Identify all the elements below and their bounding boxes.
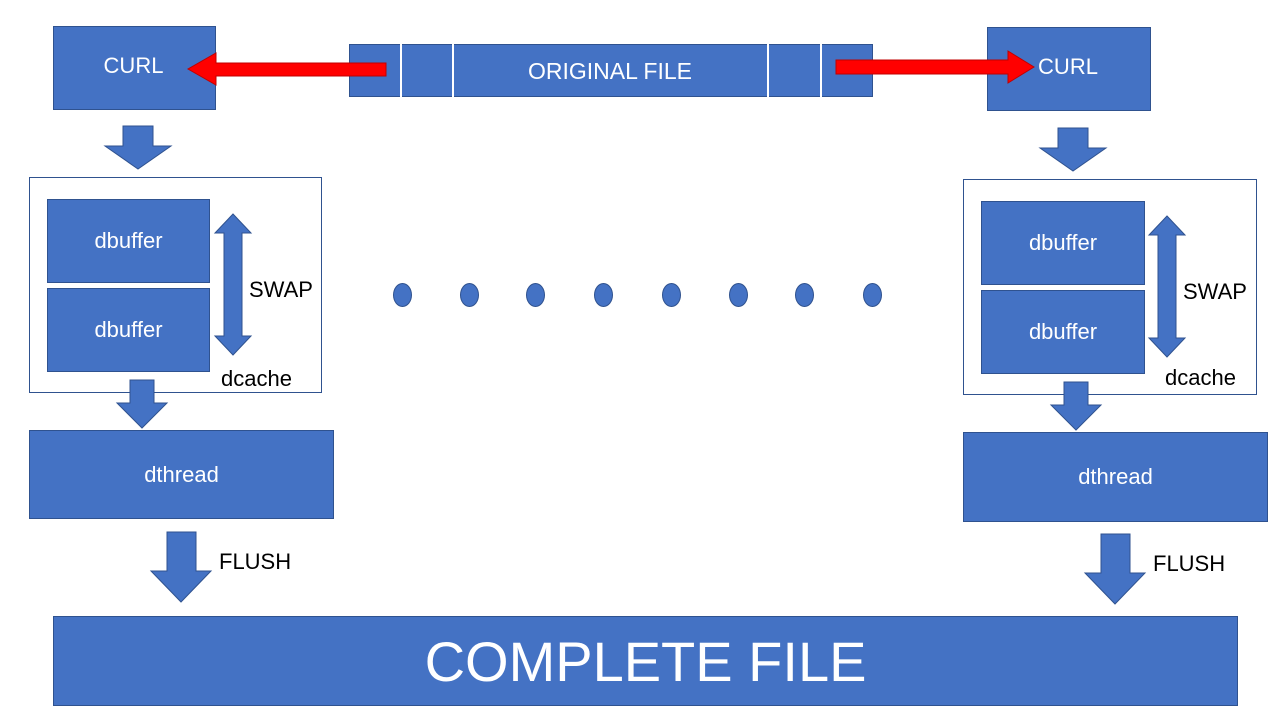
- left-dcache-label: dcache: [221, 366, 292, 391]
- left-dbuffer-bottom: dbuffer: [47, 288, 210, 372]
- left-flush-arrow: [149, 531, 213, 603]
- ellipsis-dot: [729, 283, 748, 307]
- right-dbuffer-top: dbuffer: [981, 201, 1145, 285]
- right-dbuffer-top-label: dbuffer: [1028, 230, 1098, 255]
- left-curl-down-arrow: [103, 125, 173, 170]
- left-fetch-arrow: [186, 52, 387, 86]
- right-fetch-arrow: [835, 50, 1035, 84]
- left-dthread-label: dthread: [144, 461, 219, 487]
- left-flush-label: FLUSH: [219, 549, 292, 574]
- right-curl-label: CURL: [1038, 54, 1098, 79]
- original-file-label: ORIGINAL FILE: [527, 58, 693, 84]
- right-flush-arrow: [1083, 533, 1147, 605]
- left-swap-arrow: [213, 213, 253, 356]
- right-dthread-box: dthread: [963, 432, 1268, 522]
- left-dbuffer-top-label: dbuffer: [94, 228, 163, 253]
- right-dbuffer-bottom-label: dbuffer: [1028, 319, 1098, 344]
- segment-divider: [820, 44, 822, 97]
- left-dthread-box: dthread: [29, 430, 334, 519]
- left-cache-down-arrow: [115, 379, 169, 429]
- ellipsis-dot: [863, 283, 882, 307]
- right-cache-down-arrow: [1049, 381, 1103, 431]
- right-flush-label: FLUSH: [1153, 551, 1226, 576]
- complete-file-label: COMPLETE FILE: [424, 629, 867, 693]
- left-dbuffer-top: dbuffer: [47, 199, 210, 283]
- segment-divider: [767, 44, 769, 97]
- right-dthread-label: dthread: [1078, 464, 1153, 489]
- ellipsis-dot: [393, 283, 412, 307]
- left-curl-label: CURL: [103, 53, 164, 78]
- right-dcache-label: dcache: [1165, 365, 1236, 390]
- segment-divider: [400, 44, 402, 97]
- right-curl-down-arrow: [1038, 127, 1108, 172]
- right-dbuffer-bottom: dbuffer: [981, 290, 1145, 374]
- complete-file-box: COMPLETE FILE: [53, 616, 1238, 706]
- ellipsis-dot: [662, 283, 681, 307]
- right-swap-label: SWAP: [1183, 279, 1247, 304]
- ellipsis-dot: [526, 283, 545, 307]
- left-swap-label: SWAP: [249, 277, 313, 302]
- ellipsis-dot: [795, 283, 814, 307]
- ellipsis-dot: [594, 283, 613, 307]
- right-swap-arrow: [1147, 215, 1187, 358]
- ellipsis-dot: [460, 283, 479, 307]
- left-dbuffer-bottom-label: dbuffer: [94, 317, 163, 342]
